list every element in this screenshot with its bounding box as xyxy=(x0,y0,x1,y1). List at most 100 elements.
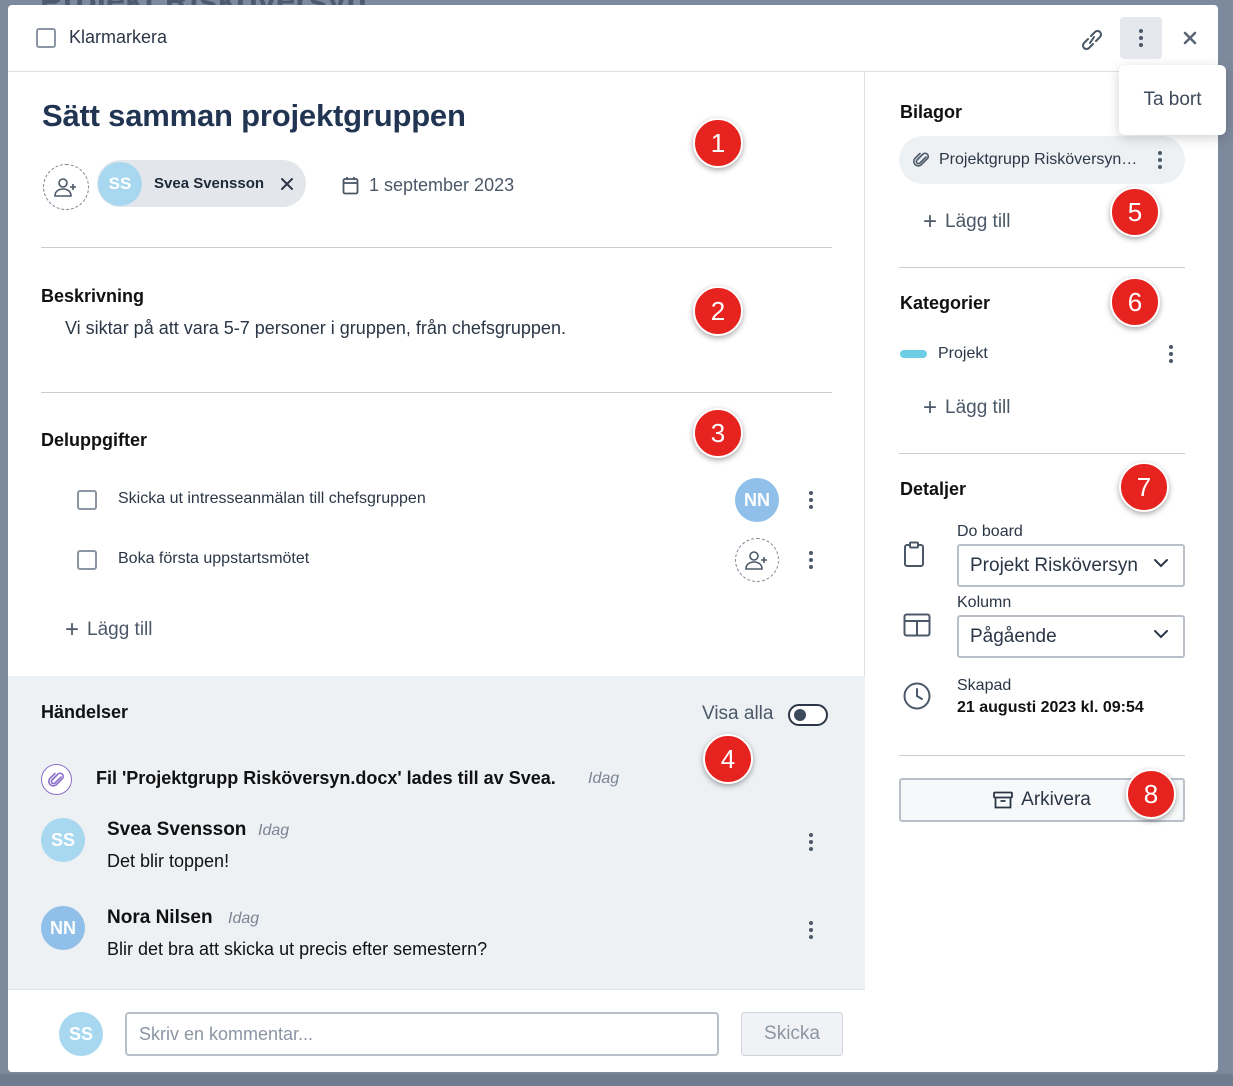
archive-label: Arkivera xyxy=(1021,789,1091,810)
more-options-menu: Ta bort xyxy=(1119,65,1226,135)
events-panel: Händelser Visa alla Fil 'Projektgrupp Ri… xyxy=(8,676,865,989)
calendar-icon xyxy=(342,177,359,195)
avatar: SS xyxy=(41,818,85,862)
paperclip-icon xyxy=(47,772,64,787)
annotation-badge: 3 xyxy=(693,408,743,458)
add-subtask-label: Lägg till xyxy=(87,619,153,640)
dialog-toolbar: Klarmarkera xyxy=(8,5,1218,72)
annotation-badge: 5 xyxy=(1110,187,1160,237)
attachment-event-icon xyxy=(41,764,72,795)
mark-done-checkbox[interactable] xyxy=(36,28,56,48)
column-select-value: Pågående xyxy=(970,625,1057,647)
column-label: Kolumn xyxy=(957,594,1012,611)
subtask-label[interactable]: Skicka ut intresseanmälan till chefsgrup… xyxy=(118,490,426,508)
subtask-menu-icon[interactable] xyxy=(801,548,821,572)
assignee-chip: SS Svea Svensson xyxy=(97,160,306,207)
categories-heading: Kategorier xyxy=(900,293,991,313)
details-heading: Detaljer xyxy=(900,479,967,499)
divider xyxy=(41,392,832,393)
add-user-icon xyxy=(54,178,76,197)
attachments-heading: Bilagor xyxy=(900,102,963,122)
archive-icon xyxy=(993,791,1014,809)
comment-author: Svea Svensson xyxy=(107,819,247,840)
paperclip-icon xyxy=(913,152,929,167)
comment-text: Blir det bra att skicka ut precis efter … xyxy=(107,939,488,959)
more-options-button[interactable] xyxy=(1120,17,1162,59)
annotation-badge: 2 xyxy=(693,286,743,336)
remove-assignee-icon[interactable] xyxy=(280,177,294,191)
comment-composer: SS Skicka xyxy=(8,989,865,1072)
subtask-checkbox[interactable] xyxy=(77,550,97,570)
file-event-text: Fil 'Projektgrupp Risköversyn.docx' lade… xyxy=(96,768,556,788)
copy-link-button[interactable] xyxy=(1074,22,1110,58)
divider xyxy=(899,453,1185,454)
assignee-name: Svea Svensson xyxy=(154,175,265,192)
add-category-label: Lägg till xyxy=(945,397,1011,418)
board-select[interactable]: Projekt Risköversyn xyxy=(957,544,1185,587)
subtask-add-assignee-button[interactable] xyxy=(735,538,779,582)
category-color-swatch xyxy=(900,350,927,358)
due-date[interactable]: 1 september 2023 xyxy=(369,175,514,196)
task-title[interactable]: Sätt samman projektgruppen xyxy=(42,98,466,134)
divider xyxy=(899,267,1185,268)
subtask-row: Skicka ut intresseanmälan till chefsgrup… xyxy=(8,475,865,525)
add-attachment-button[interactable]: + Lägg till xyxy=(923,210,1011,234)
plus-icon: + xyxy=(65,616,80,643)
background-strip xyxy=(0,1074,1233,1086)
attachment-menu-icon[interactable] xyxy=(1150,148,1170,172)
subtask-menu-icon[interactable] xyxy=(801,488,821,512)
mark-done-label[interactable]: Klarmarkera xyxy=(69,27,167,48)
plus-icon: + xyxy=(923,394,938,421)
board-select-value: Projekt Risköversyn xyxy=(970,554,1138,576)
annotation-badge: 1 xyxy=(693,118,743,168)
comment-time: Idag xyxy=(258,822,290,839)
subtasks-heading: Deluppgifter xyxy=(41,430,147,450)
task-sidebar: Bilagor Projektgrupp Risköversyn.docx + … xyxy=(866,72,1218,1072)
comment-menu-icon[interactable] xyxy=(801,918,821,942)
description-heading: Beskrivning xyxy=(41,286,145,306)
annotation-badge: 8 xyxy=(1126,769,1176,819)
description-text[interactable]: Vi siktar på att vara 5-7 personer i gru… xyxy=(65,318,566,339)
close-icon xyxy=(1183,31,1197,45)
send-comment-button[interactable]: Skicka xyxy=(741,1012,843,1056)
divider xyxy=(899,755,1185,756)
column-select[interactable]: Pågående xyxy=(957,615,1185,658)
show-all-toggle[interactable] xyxy=(788,704,828,726)
comment-input[interactable] xyxy=(125,1012,719,1056)
board-label: Do board xyxy=(957,523,1023,540)
file-event-time: Idag xyxy=(588,770,620,787)
category-menu-icon[interactable] xyxy=(1161,342,1181,366)
divider xyxy=(41,247,832,248)
columns-icon xyxy=(903,613,931,637)
clipboard-icon xyxy=(904,541,924,567)
subtask-row: Boka första uppstartsmötet xyxy=(8,535,865,585)
show-all-label: Visa alla xyxy=(702,703,774,724)
add-subtask-button[interactable]: + Lägg till xyxy=(65,618,153,642)
avatar: NN xyxy=(41,906,85,950)
task-dialog: Klarmarkera Sätt samman projektgruppen S… xyxy=(8,5,1218,1072)
plus-icon: + xyxy=(923,208,938,235)
kebab-icon xyxy=(1131,26,1151,50)
annotation-badge: 7 xyxy=(1119,462,1169,512)
subtask-checkbox[interactable] xyxy=(77,490,97,510)
created-value: 21 augusti 2023 kl. 09:54 xyxy=(957,699,1144,716)
clock-icon xyxy=(903,682,931,710)
subtask-label[interactable]: Boka första uppstartsmötet xyxy=(118,550,309,568)
created-label: Skapad xyxy=(957,677,1012,694)
add-assignee-button[interactable] xyxy=(43,164,89,210)
attachment-chip[interactable]: Projektgrupp Risköversyn.docx xyxy=(899,136,1185,184)
annotation-badge: 4 xyxy=(703,734,753,784)
comment-time: Idag xyxy=(228,910,260,927)
chevron-down-icon xyxy=(1154,630,1168,639)
events-heading: Händelser xyxy=(41,702,129,722)
subtask-assignee-avatar[interactable]: NN xyxy=(735,478,779,522)
delete-menu-item[interactable]: Ta bort xyxy=(1143,89,1201,111)
add-category-button[interactable]: + Lägg till xyxy=(923,396,1011,420)
close-button[interactable] xyxy=(1174,22,1206,54)
avatar: SS xyxy=(98,161,142,206)
comment-author: Nora Nilsen xyxy=(107,907,213,928)
comment-menu-icon[interactable] xyxy=(801,830,821,854)
task-main-panel: Sätt samman projektgruppen SS Svea Svens… xyxy=(8,72,865,1072)
link-icon xyxy=(1081,30,1103,50)
add-user-icon xyxy=(745,551,767,570)
